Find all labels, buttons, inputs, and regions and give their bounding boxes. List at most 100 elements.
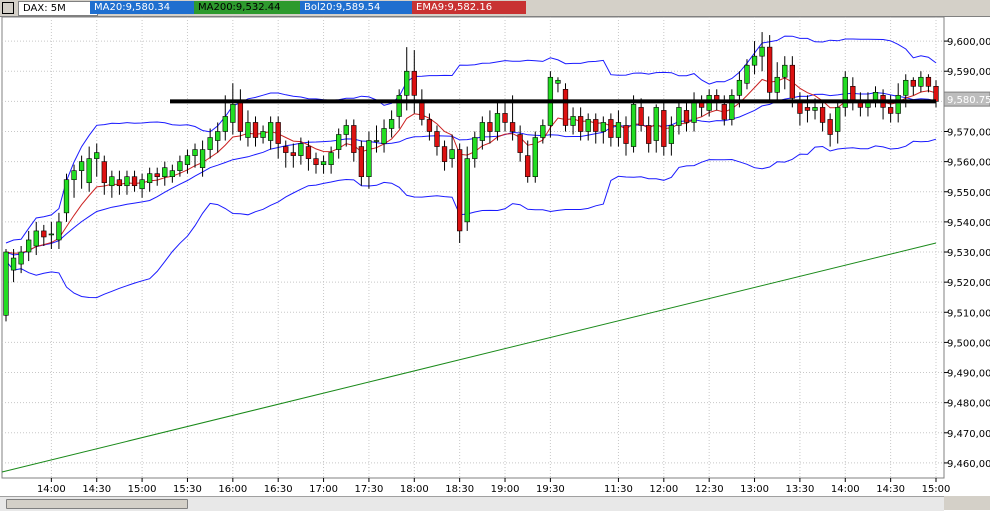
x-tick-label: 16:00 [218, 484, 247, 495]
candle-body [192, 149, 198, 156]
candle-body [555, 79, 561, 84]
x-tick-label: 19:30 [536, 484, 565, 495]
price-chart[interactable]: 9,460,00 9,470,00 9,480,00 9,490,00 9,500,00… [0, 0, 990, 496]
x-tick-label: 18:00 [400, 484, 429, 495]
candle-body [608, 119, 614, 138]
candle-body [147, 173, 153, 184]
x-tick-label: 13:30 [785, 484, 814, 495]
horizontal-scrollbar[interactable] [0, 496, 944, 511]
candle-body [464, 158, 470, 223]
candle-body [184, 155, 191, 165]
candle-body [630, 104, 637, 147]
candle-body [540, 125, 546, 138]
x-tick-label: 13:00 [740, 484, 769, 495]
candle-body [441, 146, 448, 162]
candle-body [101, 161, 107, 184]
candle-body [819, 107, 826, 123]
candle-body [562, 89, 569, 126]
candle-body [358, 146, 365, 177]
y-tick-label: 9,460,00 [947, 459, 990, 470]
x-tick-label: 19:00 [491, 484, 520, 495]
candle-body [887, 107, 894, 114]
candle-body [199, 149, 206, 168]
candle-body [260, 131, 266, 138]
candle-body [509, 122, 516, 132]
candle-body [139, 179, 145, 190]
candle-body [850, 86, 856, 102]
candle-body [676, 107, 682, 126]
candle-body [56, 221, 62, 241]
candle-body [33, 230, 39, 247]
candle-body [577, 116, 584, 132]
candle-body [615, 122, 622, 138]
candle-body [366, 140, 372, 177]
candle-body [252, 122, 259, 138]
candle-body [10, 257, 17, 271]
candle-body [177, 161, 183, 171]
candle-body [502, 113, 508, 123]
candle-body [525, 155, 531, 177]
scrollbar-thumb[interactable] [6, 499, 188, 509]
x-tick-label: 15:00 [128, 484, 157, 495]
candle-body [774, 76, 780, 93]
y-tick-label: 9,540,00 [947, 218, 990, 229]
candle-body [109, 176, 115, 187]
candle-body [494, 113, 501, 132]
y-tick-label: 9,510,00 [947, 308, 990, 319]
candle-body [903, 79, 909, 96]
candle-body [162, 167, 168, 177]
candle-body [41, 230, 47, 238]
candle-body [661, 110, 667, 147]
y-tick-label: 9,570,00 [947, 127, 990, 138]
y-tick-label: 9,560,00 [947, 158, 990, 169]
candle-body [237, 101, 244, 132]
candle-body [835, 107, 841, 132]
candle-body [169, 170, 175, 177]
y-tick-label: 9,490,00 [947, 369, 990, 380]
candle-body [419, 101, 425, 120]
candle-body [751, 55, 758, 66]
candle-body [48, 233, 55, 236]
candle-body [426, 119, 433, 132]
candle-body [94, 152, 100, 159]
candle-body [517, 134, 523, 153]
candle-body [759, 46, 765, 57]
candle-body [895, 95, 901, 114]
candle-body [646, 125, 652, 144]
x-tick-label: 12:00 [649, 484, 678, 495]
candle-body [222, 116, 228, 132]
candle-body [18, 251, 24, 265]
candle-body [351, 125, 357, 153]
candle-body [827, 119, 833, 135]
candle-body [744, 64, 750, 84]
x-tick-label: 11:30 [604, 484, 633, 495]
x-tick-label: 17:00 [309, 484, 338, 495]
candle-body [570, 116, 576, 126]
candle-body [373, 140, 380, 142]
candle-body [479, 122, 485, 141]
candle-body [388, 119, 395, 129]
candle-body [767, 46, 773, 93]
candle-body [638, 107, 644, 126]
candle-body [910, 79, 916, 87]
candle-body [290, 152, 296, 156]
candle-body [154, 173, 160, 177]
candle-body [381, 128, 387, 144]
candle-body [812, 107, 818, 111]
candle-body [305, 146, 312, 159]
candle-body [404, 70, 410, 96]
candle-body [328, 152, 334, 165]
candle-body [320, 161, 327, 165]
candle-body [782, 64, 788, 78]
plot-area [1, 16, 945, 479]
y-tick-label: 9,470,00 [947, 429, 990, 440]
candle-body [336, 134, 342, 150]
candle-body [215, 131, 221, 141]
y-tick-label: 9,590,00 [947, 67, 990, 78]
candle-body [457, 149, 463, 232]
y-tick-label: 9,520,00 [947, 278, 990, 289]
candle-body [691, 101, 697, 123]
candle-body [449, 149, 455, 159]
x-tick-label: 17:30 [355, 484, 384, 495]
candle-body [683, 110, 690, 123]
